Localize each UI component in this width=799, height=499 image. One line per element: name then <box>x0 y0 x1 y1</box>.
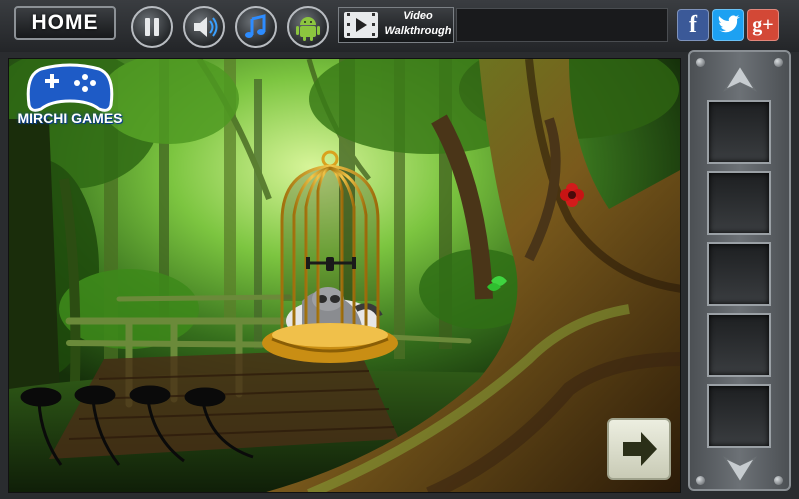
inventory-panel <box>688 50 791 491</box>
rivet <box>774 476 783 485</box>
status-bar <box>456 8 668 42</box>
up-arrow-icon[interactable] <box>721 64 759 94</box>
android-button[interactable] <box>287 6 329 48</box>
game-scene: MIRCHI GAMES <box>8 58 681 493</box>
inventory-slot[interactable] <box>707 100 771 164</box>
down-arrow-icon[interactable] <box>721 454 759 484</box>
rivet <box>696 58 705 67</box>
pause-button[interactable] <box>131 6 173 48</box>
sound-button[interactable] <box>183 6 225 48</box>
next-arrow-icon <box>623 432 657 466</box>
facebook-button[interactable]: f <box>677 9 709 41</box>
video-label-line1: Video <box>403 10 433 22</box>
inventory-slot[interactable] <box>707 313 771 377</box>
rivet <box>774 58 783 67</box>
inventory-slot[interactable] <box>707 384 771 448</box>
video-play-icon <box>344 12 378 38</box>
rivet <box>696 476 705 485</box>
video-walkthrough-button[interactable]: Video Walkthrough <box>338 7 454 43</box>
gamepad-icon <box>26 63 114 112</box>
logo-text: MIRCHI GAMES <box>17 110 123 126</box>
video-label-line2: Walkthrough <box>384 25 452 37</box>
mirchi-games-logo: MIRCHI GAMES <box>11 63 129 135</box>
inventory-slot[interactable] <box>707 242 771 306</box>
googleplus-button[interactable]: g+ <box>747 9 779 41</box>
twitter-button[interactable] <box>712 9 744 41</box>
android-icon <box>296 17 320 41</box>
pause-icon <box>145 18 159 36</box>
inventory-slot[interactable] <box>707 171 771 235</box>
twitter-bird-icon <box>718 15 740 33</box>
next-scene-button[interactable] <box>607 418 671 480</box>
music-icon <box>245 14 266 38</box>
sound-icon <box>194 17 218 37</box>
video-walkthrough-label: Video Walkthrough <box>383 9 453 39</box>
home-button[interactable]: HOME <box>14 6 116 40</box>
top-toolbar: HOME Video Walkthrough f g+ <box>0 0 799 52</box>
music-button[interactable] <box>235 6 277 48</box>
